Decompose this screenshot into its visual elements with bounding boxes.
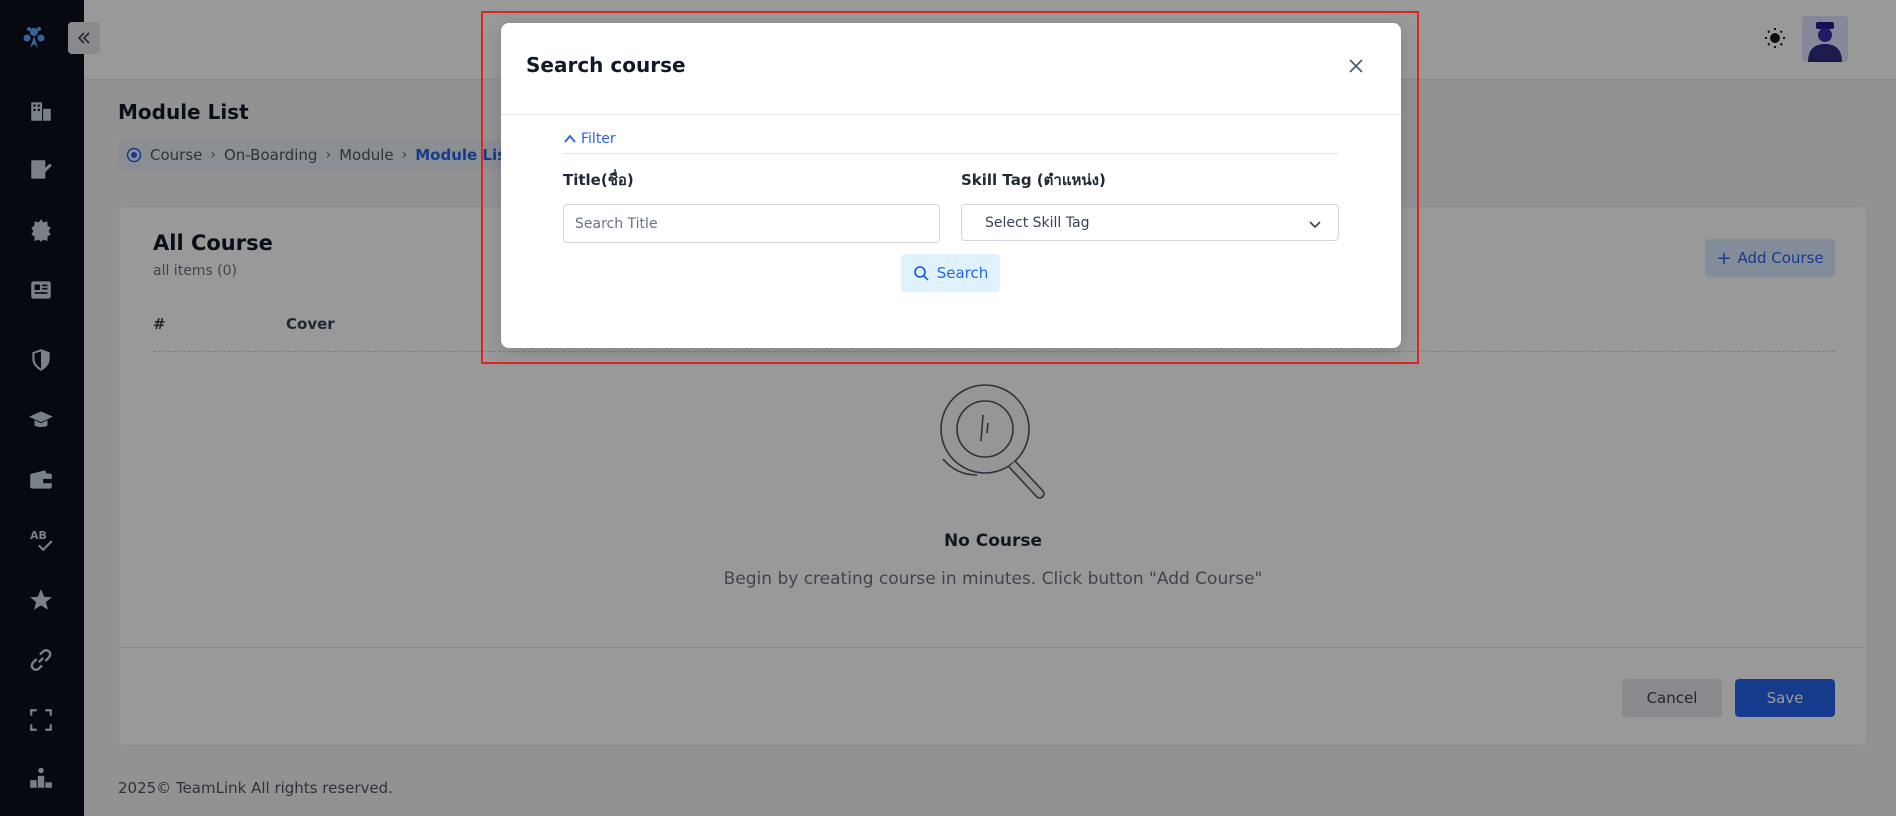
search-title-input[interactable] <box>563 204 940 243</box>
search-icon <box>913 266 929 281</box>
filter-divider <box>563 153 1339 154</box>
skill-tag-placeholder: Select Skill Tag <box>985 214 1090 231</box>
chevron-up-icon <box>564 134 576 143</box>
modal-divider <box>501 114 1401 115</box>
modal-title: Search course <box>526 53 686 77</box>
close-icon[interactable] <box>1347 57 1365 75</box>
title-field-label: Title(ชื่อ) <box>563 171 634 189</box>
filter-toggle[interactable]: Filter <box>563 131 616 147</box>
search-button[interactable]: Search <box>901 254 1000 292</box>
skill-tag-select[interactable]: Select Skill Tag <box>961 204 1339 241</box>
chevron-down-icon <box>1309 221 1321 229</box>
search-label: Search <box>936 264 989 282</box>
filter-label: Filter <box>581 131 616 147</box>
skill-tag-field-label: Skill Tag (ตำแหน่ง) <box>961 171 1106 189</box>
search-course-modal: Search course Filter Title(ชื่อ) Skill T… <box>501 23 1401 348</box>
